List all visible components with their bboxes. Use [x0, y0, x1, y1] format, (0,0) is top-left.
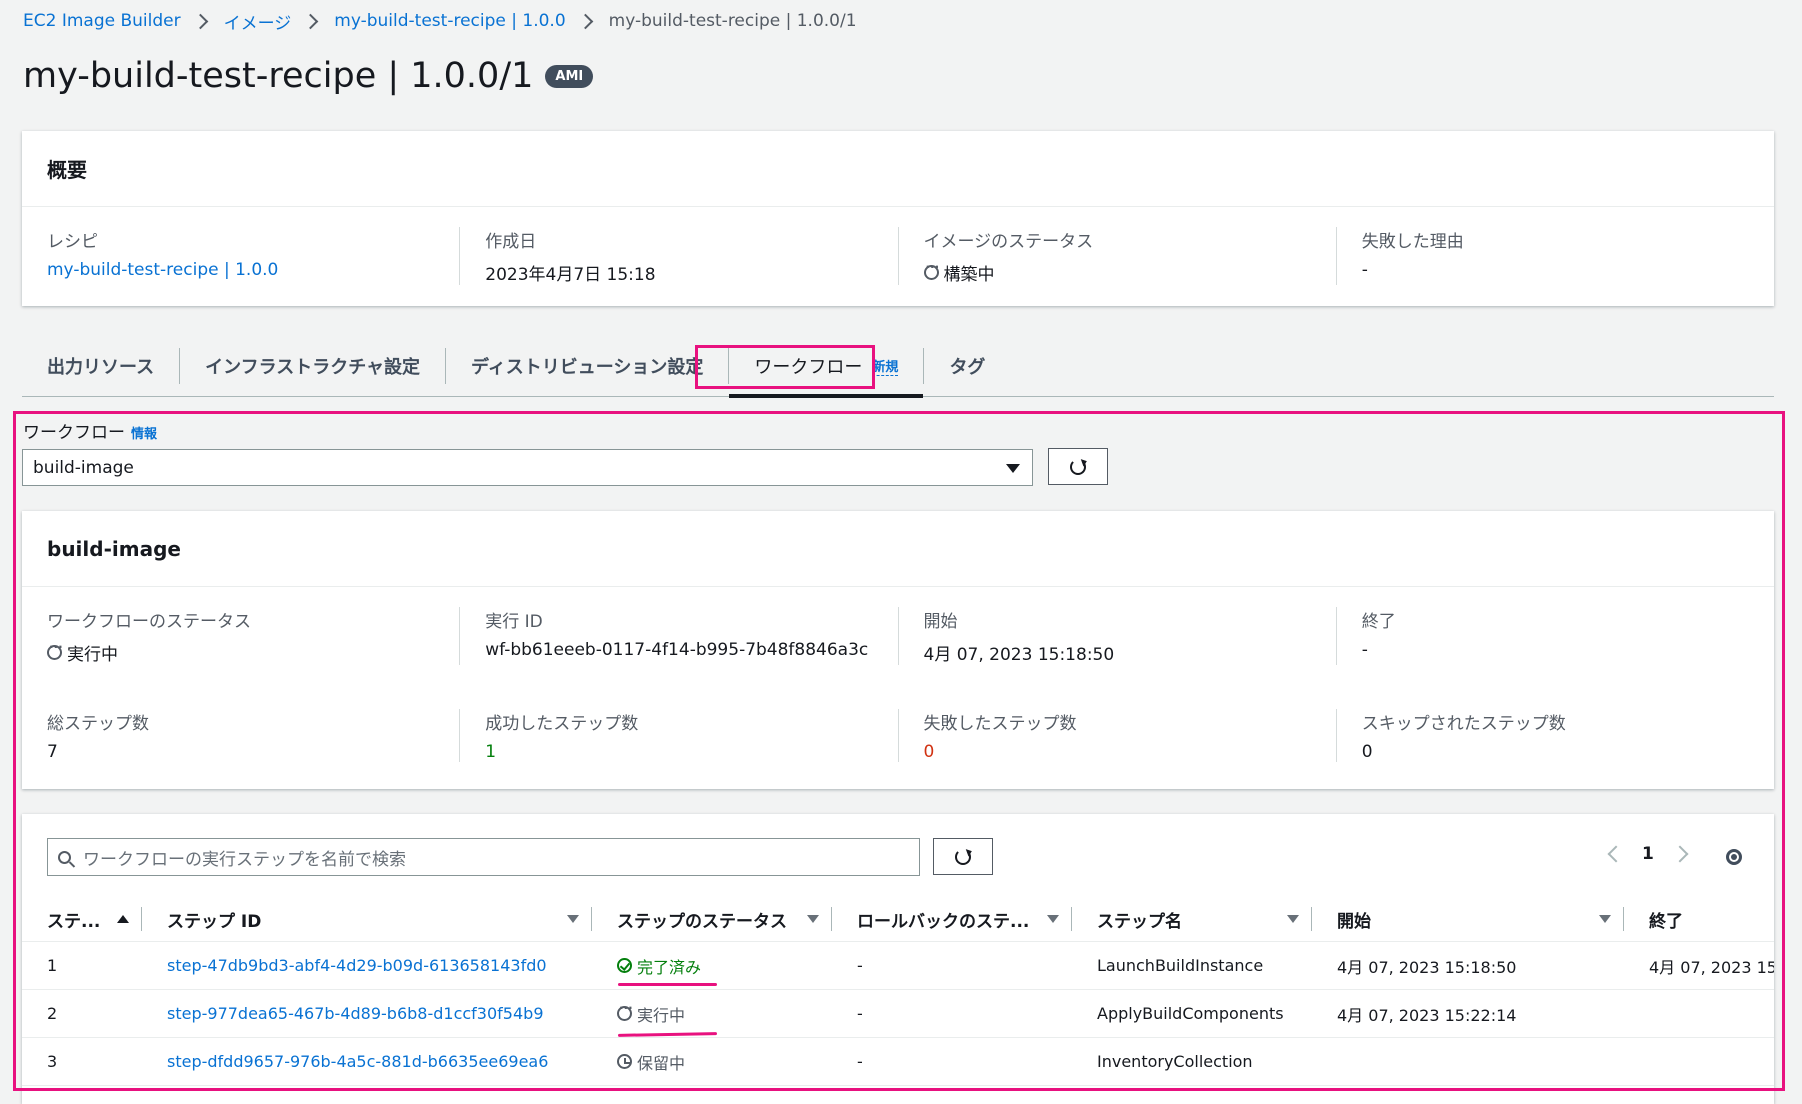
tab-infrastructure[interactable]: インフラストラクチャ設定	[180, 348, 447, 384]
image-status-field: イメージのステータス 構築中	[897, 227, 1336, 285]
chevron-right-icon	[192, 13, 208, 29]
new-tag: 新規	[872, 356, 899, 376]
failure-reason-label: 失敗した理由	[1361, 232, 1464, 252]
chevron-right-icon	[303, 13, 319, 29]
page-title-text: my-build-test-recipe | 1.0.0/1	[23, 56, 534, 96]
tab-output-resources[interactable]: 出力リソース	[22, 348, 181, 384]
summary-panel: 概要 レシピ my-build-test-recipe | 1.0.0 作成日 …	[22, 131, 1774, 306]
image-status-label: イメージのステータス	[923, 232, 1094, 252]
in-progress-icon	[923, 260, 939, 280]
breadcrumb-images[interactable]: イメージ	[224, 9, 292, 34]
failure-reason-value: -	[1361, 260, 1368, 280]
tab-distribution[interactable]: ディストリビューション設定	[446, 348, 730, 384]
highlight-workflow-section	[13, 411, 1785, 1091]
created-field: 作成日 2023年4月7日 15:18	[459, 227, 897, 285]
image-status-value: 構築中	[943, 265, 995, 285]
image-status: 構築中	[923, 260, 995, 285]
recipe-link[interactable]: my-build-test-recipe | 1.0.0	[47, 260, 278, 280]
breadcrumb-ec2-image-builder[interactable]: EC2 Image Builder	[23, 11, 181, 31]
ami-badge: AMI	[545, 64, 594, 88]
summary-heading: 概要	[22, 131, 1774, 207]
page-title: my-build-test-recipe | 1.0.0/1 AMI	[23, 56, 594, 96]
highlight-underline	[618, 983, 717, 986]
tab-bar: 出力リソース インフラストラクチャ設定 ディストリビューション設定 ワークフロー…	[22, 336, 1774, 398]
created-label: 作成日	[485, 232, 537, 252]
recipe-field: レシピ my-build-test-recipe | 1.0.0	[22, 227, 459, 285]
breadcrumb-recipe[interactable]: my-build-test-recipe | 1.0.0	[334, 11, 565, 31]
failure-reason-field: 失敗した理由 -	[1335, 227, 1774, 285]
chevron-right-icon	[577, 13, 593, 29]
highlight-workflow-tab	[695, 345, 875, 389]
created-value: 2023年4月7日 15:18	[485, 265, 656, 285]
breadcrumb-current: my-build-test-recipe | 1.0.0/1	[608, 11, 857, 31]
breadcrumb: EC2 Image Builder イメージ my-build-test-rec…	[23, 9, 857, 34]
recipe-label: レシピ	[47, 232, 98, 252]
tab-tags[interactable]: タグ	[924, 348, 1010, 384]
